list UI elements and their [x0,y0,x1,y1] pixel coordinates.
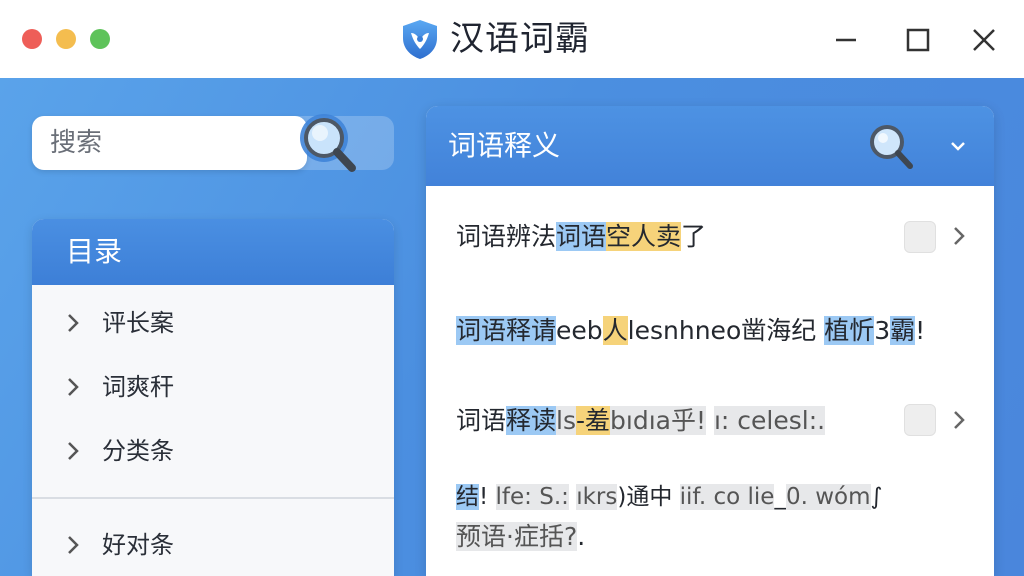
zoom-dot[interactable] [90,29,110,49]
entry-text: 了 [681,222,707,251]
entry-highlight: -羞 [576,406,611,435]
chevron-right-icon[interactable] [950,224,968,248]
entry-highlight: 0. wóm [785,484,871,510]
app-title: 汉语词霸 [450,19,590,59]
entry-highlight: 结 [456,484,479,510]
entry-highlight: ls [556,406,577,435]
entry-highlight: iif. co lie [679,484,775,510]
sidebar-item[interactable]: 词爽秆 [32,359,394,415]
entry-text: eeb [556,316,603,345]
chevron-right-icon [68,378,79,396]
sidebar-item-label: 好对条 [102,531,174,559]
definition-entry: 词语释读ls-羞bıdıa乎! ı: celesl:. [456,402,826,440]
entry-highlight: 词语释请 [456,316,557,345]
sidebar-item[interactable]: 分类条 [32,423,394,479]
entry-highlight: lfe: S.: [495,484,569,510]
entry-highlight: 空人卖 [606,222,682,251]
entry-text: 词语辨法 [456,222,557,251]
definition-entry: 词语辨法词语空人卖了 [456,218,706,256]
entry-highlight: 症括? [513,522,578,551]
category-sidebar: 目录 评长案 词爽秆 分类条 好对条 [32,219,394,576]
app-shield-icon [403,20,437,59]
entry-text: lesnhneo凿海纪 [627,316,825,345]
entry-highlight: ı: celesl:. [713,406,826,435]
entry-text [706,406,714,435]
entry-highlight: 释读 [506,406,557,435]
entry-highlight: 霸 [890,316,916,345]
definition-entry: 词语释请eeb人lesnhneo凿海纪 植忻3霸! [456,312,925,350]
search-icon[interactable] [862,118,920,176]
panel-title: 词语释义 [448,129,561,162]
sidebar-divider [32,497,394,499]
entry-text: 词语 [456,406,507,435]
entry-highlight: 词语 [556,222,607,251]
chevron-right-icon [68,314,79,332]
sidebar-item[interactable]: 好对条 [32,517,394,573]
sidebar-item[interactable]: 评长案 [32,295,394,351]
entry-highlight: 人 [602,316,628,345]
chevron-right-icon [68,442,79,460]
close-dot[interactable] [22,29,42,49]
entry-highlight: 预语· [456,522,514,551]
main-area: 目录 评长案 词爽秆 分类条 好对条 词语释义 [0,78,1024,576]
definition-entry: 预语·症括?. [456,518,585,556]
search-bar [32,114,394,172]
close-icon[interactable] [970,26,998,54]
entry-text: )通中 [617,484,680,510]
sidebar-item-label: 评长案 [102,309,174,337]
sidebar-item-label: 分类条 [102,437,174,465]
minimize-icon[interactable] [832,26,860,54]
search-icon[interactable] [290,106,366,182]
definition-panel: 词语释义 词语辨法词语空人卖了 词语释请eeb人lesnhneo凿海纪 植忻3霸… [426,106,994,576]
sidebar-title: 目录 [32,219,394,285]
entry-highlight: ıkrs [576,484,618,510]
minimize-dot[interactable] [56,29,76,49]
chevron-right-icon [68,536,79,554]
title-bar: 汉语词霸 [0,0,1024,79]
checkbox-icon[interactable] [904,404,936,436]
entry-text: _ [774,484,786,510]
checkbox-icon[interactable] [904,221,936,253]
definition-entry: 结! lfe: S.: ıkrs)通中 iif. co lie_0. wóm∫ [456,478,882,516]
entry-text: ∫ [870,484,883,510]
chevron-down-icon[interactable] [946,134,970,158]
entry-text: ! [915,316,926,345]
sidebar-item-label: 词爽秆 [102,373,174,401]
chevron-right-icon[interactable] [950,408,968,432]
maximize-icon[interactable] [904,26,932,54]
entry-highlight: bıdıa乎! [610,406,707,435]
panel-header: 词语释义 [426,106,994,186]
entry-text: 3 [874,316,891,345]
entry-highlight: 植忻 [824,316,875,345]
entry-text: . [577,522,586,551]
entry-text: ! [479,484,496,510]
search-input[interactable] [32,116,307,170]
